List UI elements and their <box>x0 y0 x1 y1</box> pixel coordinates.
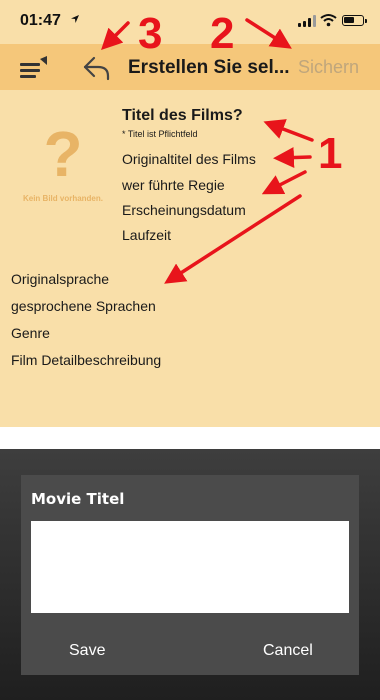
status-time: 01:47 <box>20 12 61 29</box>
title-field[interactable]: Titel des Films? <box>122 107 243 125</box>
annotation-label-1: 1 <box>318 129 343 178</box>
genre-field[interactable]: Genre <box>11 325 50 341</box>
page-title: Erstellen Sie sel... <box>128 57 290 78</box>
runtime-field[interactable]: Laufzeit <box>122 227 171 243</box>
battery-level <box>344 17 354 23</box>
description-field[interactable]: Film Detailbeschreibung <box>11 352 161 368</box>
navigation-bar: Erstellen Sie sel... Sichern <box>0 44 380 90</box>
dialog-save-button[interactable]: Save <box>69 642 105 660</box>
no-image-label: Kein Bild vorhanden. <box>22 194 103 203</box>
movie-title-dialog: Movie Titel Save Cancel <box>21 475 359 675</box>
signal-icon <box>298 15 316 27</box>
movie-title-input[interactable] <box>31 521 349 613</box>
dialog-title: Movie Titel <box>31 490 125 508</box>
original-language-field[interactable]: Originalsprache <box>11 271 109 287</box>
original-title-field[interactable]: Originaltitel des Films <box>122 151 256 167</box>
back-arrow-icon[interactable] <box>82 54 112 82</box>
poster-placeholder[interactable]: ? Kein Bild vorhanden. <box>14 118 112 214</box>
dialog-cancel-button[interactable]: Cancel <box>263 642 313 660</box>
save-button[interactable]: Sichern <box>298 57 359 78</box>
required-note: * Titel ist Pflichtfeld <box>122 129 198 139</box>
battery-icon <box>342 15 367 26</box>
spoken-languages-field[interactable]: gesprochene Sprachen <box>11 298 156 314</box>
director-field[interactable]: wer führte Regie <box>122 177 225 193</box>
wifi-icon <box>320 14 337 27</box>
annotation-label-3: 3 <box>138 9 163 58</box>
status-bar: 01:47 <box>0 0 380 44</box>
menu-list-icon[interactable] <box>18 56 48 80</box>
release-date-field[interactable]: Erscheinungsdatum <box>122 202 246 218</box>
location-arrow-icon <box>71 15 79 23</box>
annotation-label-2: 2 <box>210 9 235 58</box>
question-mark-icon: ? <box>43 118 83 190</box>
